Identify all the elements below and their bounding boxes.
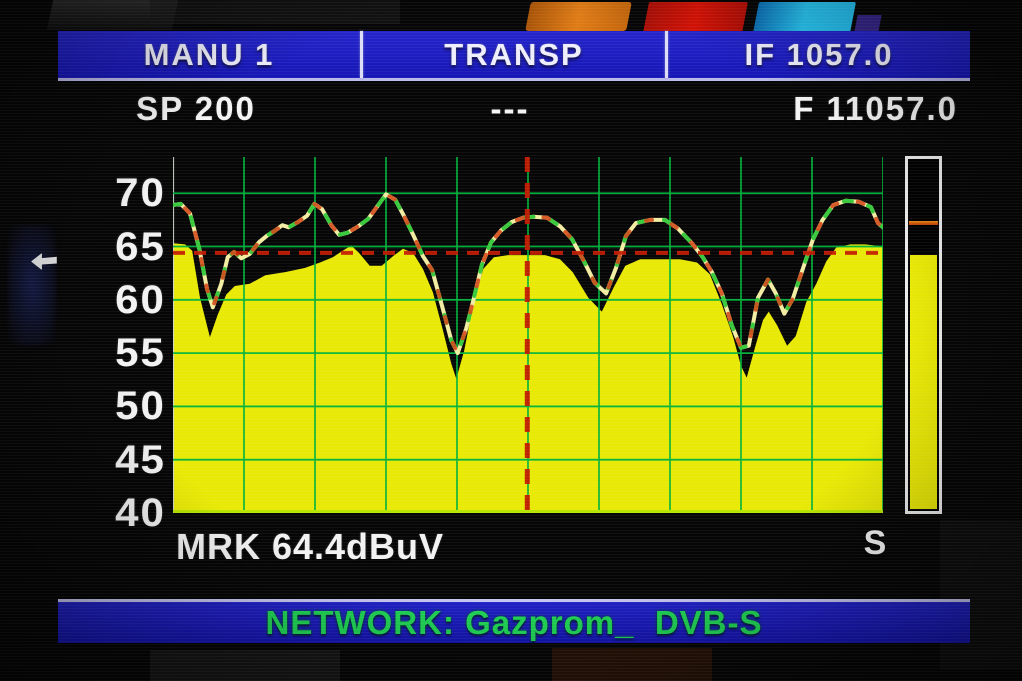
video-artifact-gray: [47, 0, 178, 30]
y-axis-labels: 70656055504540: [66, 157, 166, 513]
video-artifact-orange: [525, 2, 632, 31]
video-artifact-red: [643, 2, 748, 33]
network-bar: NETWORK: Gazprom_ DVB-S: [58, 599, 970, 643]
span-readout: SP 200: [96, 90, 296, 128]
y-axis-tick-label: 50: [61, 383, 166, 429]
mode-indicator: S: [852, 524, 898, 563]
video-artifact-gray: [940, 520, 1022, 670]
header-cell-transp: TRANSP: [363, 37, 665, 73]
video-artifact-brown: [552, 648, 712, 681]
header-cell-mode: MANU 1: [58, 37, 360, 73]
video-artifact-purple: [854, 15, 881, 32]
signal-level-bar: [905, 156, 942, 514]
arrow-cursor-icon: [31, 253, 57, 270]
video-artifact-cyan: [753, 2, 856, 33]
y-axis-tick-label: 65: [61, 224, 166, 270]
header-cell-if-frequency: IF 1057.0: [668, 37, 970, 73]
y-axis-tick-label: 70: [61, 170, 166, 216]
y-axis-tick-label: 60: [61, 277, 166, 323]
signal-peak-marker: [909, 221, 938, 225]
marker-level-readout: MRK 64.4dBuV: [176, 526, 444, 568]
frequency-readout: F 11057.0: [730, 90, 958, 128]
network-label: NETWORK: Gazprom_ DVB-S: [265, 604, 762, 641]
video-artifact-gray: [150, 0, 400, 24]
y-axis-tick-label: 40: [61, 490, 166, 536]
video-artifact-glow: [8, 225, 56, 345]
spectrum-plot: [173, 157, 883, 513]
transponder-readout: ---: [450, 90, 570, 128]
signal-level-fill: [910, 255, 937, 509]
spectrum-chart: [173, 157, 883, 513]
y-axis-tick-label: 55: [61, 330, 166, 376]
meter-screen: MANU 1 TRANSP IF 1057.0 SP 200 --- F 110…: [0, 0, 1022, 681]
video-artifact-gray: [150, 650, 340, 681]
header-bar: MANU 1 TRANSP IF 1057.0: [58, 31, 970, 81]
y-axis-tick-label: 45: [61, 437, 166, 483]
